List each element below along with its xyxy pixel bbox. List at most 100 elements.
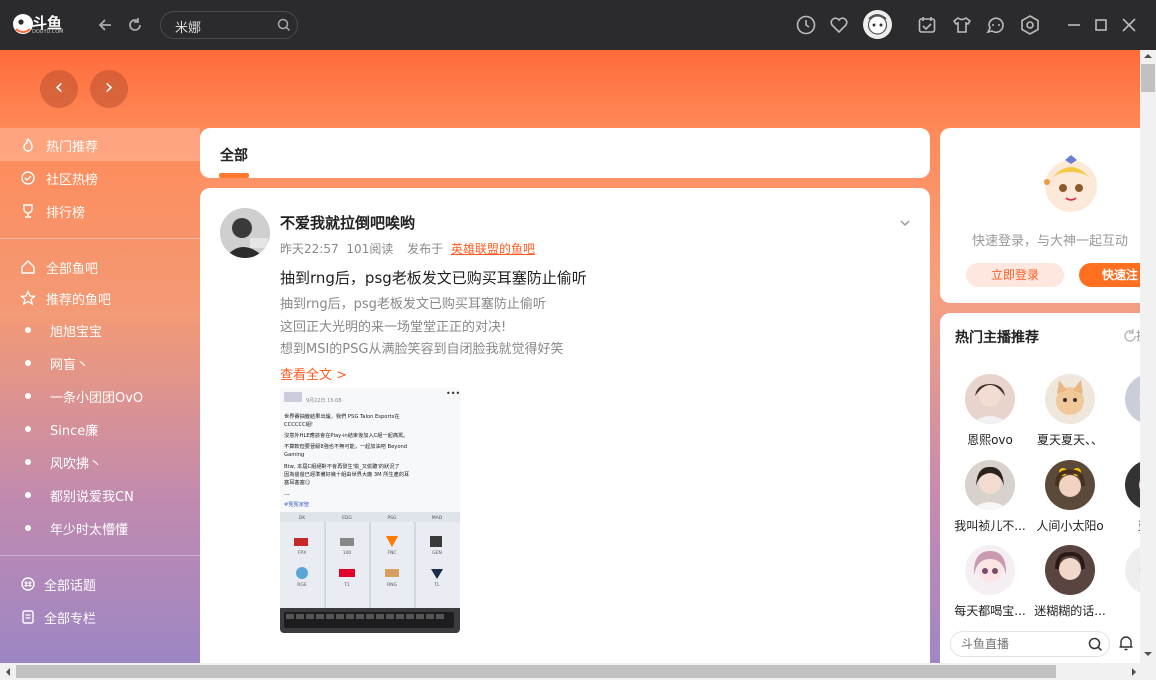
hot-list-icon bbox=[21, 171, 35, 185]
sidebar-group-item[interactable]: 旭旭宝宝 bbox=[0, 313, 200, 346]
read-more-link[interactable]: 查看全文 > bbox=[280, 364, 347, 383]
close-icon[interactable] bbox=[1118, 14, 1140, 36]
login-card: 快速登录，与大神一起互动 立即登录 快速注 bbox=[940, 128, 1156, 303]
scroll-up-arrow-icon[interactable] bbox=[1143, 52, 1153, 60]
anchor-name: 迷糊糊的话... bbox=[1034, 604, 1106, 618]
post-body-line: 想到MSI的PSG从满脸笑容到自闭脸我就觉得好笑 bbox=[280, 342, 564, 357]
sidebar-item-label: 社区热榜 bbox=[46, 173, 99, 188]
sidebar-item-hot[interactable]: 热门推荐 bbox=[0, 128, 200, 161]
sidebar-item-ranking[interactable]: 排行榜 bbox=[0, 194, 200, 227]
sidebar-group-item[interactable]: Since廉 bbox=[0, 412, 200, 445]
maximize-icon[interactable] bbox=[1090, 14, 1112, 36]
svg-text:#冤冤家聖: #冤冤家聖 bbox=[284, 500, 309, 508]
vertical-scrollbar[interactable] bbox=[1140, 50, 1156, 663]
history-icon[interactable] bbox=[795, 14, 817, 36]
sidebar-item-label: 排行榜 bbox=[46, 206, 86, 221]
sidebar-item-all-columns[interactable]: 全部专栏 bbox=[0, 600, 200, 633]
sidebar-item-label: 热门推荐 bbox=[46, 140, 99, 155]
svg-text:世界賽抽籤結果出爐，我們 PSG Talon Esports: 世界賽抽籤結果出爐，我們 PSG Talon Esports在 bbox=[284, 412, 400, 420]
svg-text:Gaming: Gaming bbox=[284, 452, 304, 458]
banner-prev-arrow[interactable]: ‹ bbox=[40, 70, 78, 108]
svg-text:FNC: FNC bbox=[387, 550, 396, 556]
anchor-item[interactable]: 人间小太阳o bbox=[1025, 460, 1115, 534]
tab-active-indicator bbox=[219, 173, 249, 178]
login-button[interactable]: 立即登录 bbox=[966, 263, 1064, 287]
post-body-line: 抽到rng后，psg老板发文已购买耳塞防止偷听 bbox=[280, 297, 546, 312]
banner-next-arrow[interactable]: › bbox=[90, 70, 128, 108]
tab-all[interactable]: 全部 bbox=[220, 145, 248, 165]
anchor-item[interactable]: 每天都喝宝... bbox=[945, 545, 1035, 619]
sidebar-item-all-topics[interactable]: 全部话题 bbox=[0, 567, 200, 600]
feed-tab-bar: 全部 bbox=[200, 128, 930, 178]
chevron-down-icon[interactable] bbox=[898, 216, 912, 230]
sidebar-group-item[interactable]: 网盲丶 bbox=[0, 346, 200, 379]
anchor-name: 人间小太阳o bbox=[1036, 519, 1104, 533]
anchor-avatar bbox=[1045, 545, 1095, 595]
task-icon[interactable] bbox=[916, 14, 938, 36]
scroll-down-arrow-icon[interactable] bbox=[1143, 650, 1153, 658]
tshirt-icon[interactable] bbox=[951, 14, 973, 36]
svg-text:EDG: EDG bbox=[342, 515, 352, 521]
svg-text:塞耳塞塞😏: 塞耳塞塞😏 bbox=[284, 478, 310, 486]
author-avatar[interactable] bbox=[220, 208, 270, 258]
settings-icon[interactable] bbox=[1019, 14, 1041, 36]
back-icon[interactable] bbox=[96, 15, 116, 35]
refresh-icon[interactable] bbox=[125, 15, 145, 35]
bell-icon[interactable] bbox=[1117, 634, 1135, 652]
anchor-item[interactable]: 我叫祯儿不... bbox=[945, 460, 1035, 534]
scroll-left-arrow-icon[interactable] bbox=[4, 667, 12, 677]
anchor-item[interactable]: 迷糊糊的话... bbox=[1025, 545, 1115, 619]
sidebar-group-item[interactable]: 一条小团团OvO bbox=[0, 379, 200, 412]
bullet bbox=[25, 360, 31, 366]
anchor-item[interactable]: 蓝好 bbox=[1105, 460, 1140, 534]
banner bbox=[0, 50, 1140, 130]
anchor-name: 蓝好 bbox=[1105, 517, 1140, 534]
anchor-avatar bbox=[965, 545, 1015, 595]
search-icon[interactable] bbox=[1088, 637, 1103, 652]
hot-anchors-title: 热门主播推荐 bbox=[955, 330, 1039, 346]
sidebar-group-item[interactable]: 都别说爱我CN bbox=[0, 478, 200, 511]
sidebar-group-item[interactable]: 年少时太懵懂 bbox=[0, 511, 200, 544]
svg-text:TL: TL bbox=[433, 582, 440, 588]
search-input[interactable] bbox=[175, 17, 275, 35]
scroll-right-arrow-icon[interactable] bbox=[1130, 667, 1138, 677]
bullet bbox=[25, 492, 31, 498]
sidebar-item-hot-list[interactable]: 社区热榜 bbox=[0, 161, 200, 194]
star-icon bbox=[20, 290, 36, 306]
post-group-link[interactable]: 英雄联盟的鱼吧 bbox=[451, 242, 535, 256]
user-avatar[interactable] bbox=[863, 10, 892, 39]
svg-text:GEN: GEN bbox=[432, 550, 442, 556]
heart-icon[interactable] bbox=[828, 14, 850, 36]
bullet bbox=[25, 426, 31, 432]
anchor-item[interactable]: 夏天夏天、、 bbox=[1025, 374, 1115, 448]
message-icon[interactable] bbox=[985, 14, 1007, 36]
sidebar-item-recommended-fishbar[interactable]: 推荐的鱼吧 bbox=[0, 281, 200, 314]
anchor-name: 刘 bbox=[1105, 431, 1140, 448]
svg-text:100: 100 bbox=[343, 550, 352, 556]
group-label: 网盲丶 bbox=[50, 358, 90, 373]
anchor-item[interactable]: 恩熙ovo bbox=[945, 374, 1035, 448]
sidebar-item-label: 推荐的鱼吧 bbox=[46, 293, 112, 308]
sidebar-item-all-fishbar[interactable]: 全部鱼吧 bbox=[0, 250, 200, 283]
anchor-search-box[interactable] bbox=[950, 631, 1110, 657]
post-reads: 101阅读 bbox=[346, 242, 394, 256]
anchor-name: 恩熙ovo bbox=[967, 433, 1013, 447]
anchor-item[interactable]: 主 bbox=[1105, 545, 1140, 619]
login-prompt: 快速登录，与大神一起互动 bbox=[972, 234, 1129, 249]
post-image[interactable]: 9月22日 15:08 · ••• 世界賽抽籤結果出爐，我們 PSG Talon… bbox=[280, 388, 460, 633]
search-icon[interactable] bbox=[277, 18, 291, 32]
anchor-search-input[interactable] bbox=[961, 636, 1081, 652]
horizontal-scrollbar-thumb[interactable] bbox=[16, 665, 1056, 678]
topic-icon bbox=[21, 577, 35, 591]
vertical-scrollbar-thumb[interactable] bbox=[1141, 64, 1155, 92]
logo-sub: DOUYU.COM bbox=[32, 29, 64, 35]
search-box[interactable] bbox=[160, 11, 298, 39]
anchor-name: 我叫祯儿不... bbox=[954, 519, 1026, 533]
author-name[interactable]: 不爱我就拉倒吧唉哟 bbox=[280, 212, 415, 233]
hot-anchors-card: 热门主播推荐 换 恩熙ovo 夏天夏天、、 刘 我叫祯儿不... 人间小太阳o … bbox=[940, 313, 1140, 663]
image-date: 9月22日 15:08 · bbox=[306, 398, 345, 404]
post-title[interactable]: 抽到rng后，psg老板发文已购买耳塞防止偷听 bbox=[280, 267, 587, 288]
anchor-item[interactable]: 刘 bbox=[1105, 374, 1140, 448]
minimize-icon[interactable] bbox=[1063, 14, 1085, 36]
sidebar-group-item[interactable]: 风吹拂丶 bbox=[0, 445, 200, 478]
